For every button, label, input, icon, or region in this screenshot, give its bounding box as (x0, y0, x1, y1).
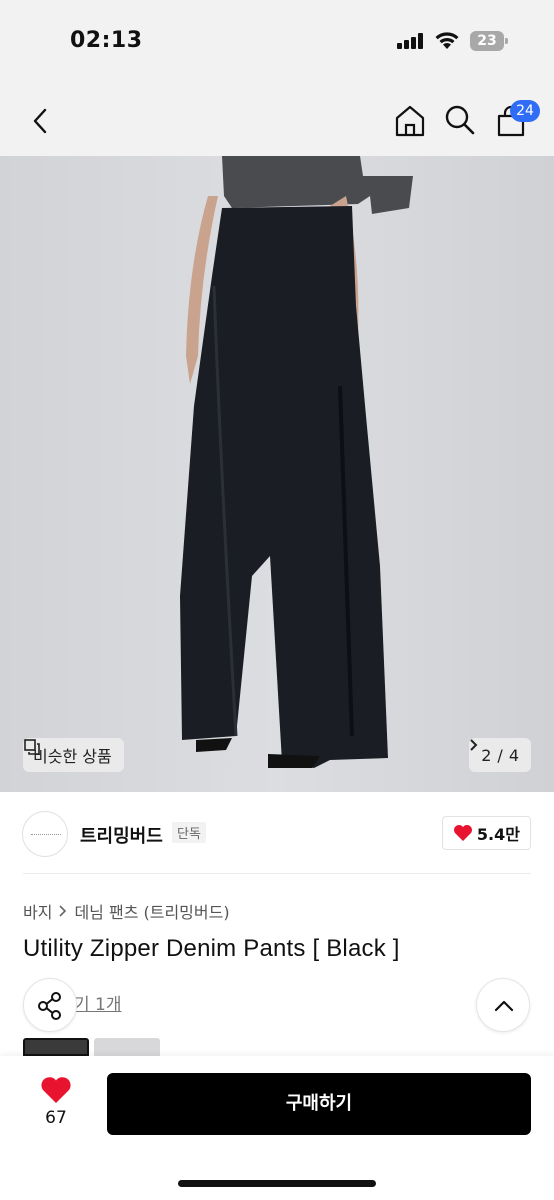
product-title: Utility Zipper Denim Pants [ Black ] (23, 935, 400, 962)
scroll-to-top-button[interactable] (476, 978, 530, 1032)
brand-like-button[interactable]: 5.4만 (441, 816, 531, 850)
breadcrumb-category[interactable]: 바지 (23, 899, 52, 923)
brand-row[interactable]: 트리밍버드 단독 5.4만 (0, 792, 554, 876)
buy-button[interactable]: 구매하기 (107, 1073, 531, 1135)
status-time: 02:13 (70, 28, 143, 53)
like-count: 67 (45, 1108, 67, 1128)
page-separator: / (497, 745, 503, 765)
copy-icon (24, 739, 40, 755)
thumbnail-1[interactable] (23, 1038, 89, 1056)
battery-level: 23 (470, 31, 504, 51)
divider (23, 873, 531, 874)
breadcrumb-subcategory[interactable]: 데님 팬츠 (트리밍버드) (74, 899, 229, 923)
home-icon[interactable] (393, 104, 427, 138)
share-button[interactable] (23, 978, 77, 1032)
page-current: 2 (481, 745, 492, 765)
brand-like-count: 5.4만 (476, 825, 520, 844)
product-photo (180, 156, 413, 768)
product-image-carousel[interactable]: 비슷한 상품 2 / 4 (0, 156, 554, 792)
exclusive-badge: 단독 (172, 822, 206, 843)
page-total: 4 (508, 745, 519, 765)
similar-products-label: 비슷한 상품 (33, 747, 112, 766)
chevron-right-icon (59, 905, 67, 917)
breadcrumb: 바지 데님 팬츠 (트리밍버드) (23, 899, 230, 923)
cart-count-badge: 24 (510, 100, 540, 122)
status-bar: 02:13 23 (0, 0, 554, 86)
home-indicator (178, 1180, 376, 1187)
similar-products-button[interactable]: 비슷한 상품 (23, 738, 124, 772)
top-nav-bar (0, 86, 554, 156)
chevron-up-icon (494, 1000, 514, 1012)
image-page-indicator[interactable]: 2 / 4 (469, 738, 531, 772)
brand-logo[interactable] (22, 811, 68, 857)
back-icon[interactable] (26, 106, 56, 136)
thumbnail-2[interactable] (94, 1038, 160, 1056)
chevron-right-icon (470, 739, 478, 751)
signal-icon (397, 33, 425, 49)
battery-icon: 23 (470, 31, 508, 51)
search-icon[interactable] (444, 104, 476, 136)
share-icon (38, 992, 61, 1020)
review-link[interactable]: 기 1개 (74, 990, 122, 1015)
wifi-icon (435, 32, 459, 49)
brand-name[interactable]: 트리밍버드 (80, 822, 163, 848)
heart-icon (453, 825, 472, 841)
like-heart-icon[interactable] (40, 1076, 72, 1104)
